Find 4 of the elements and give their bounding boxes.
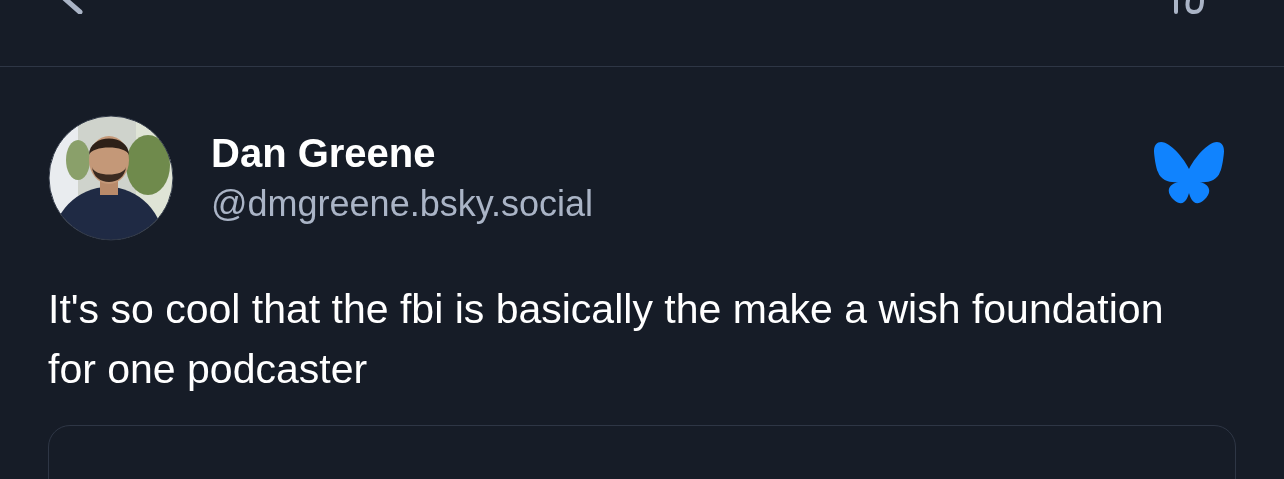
post-text: It's so cool that the fbi is basically the make a wish foundation for one podcaster bbox=[48, 285, 1165, 394]
author-handle[interactable]: @dmgreene.bsky.social bbox=[211, 182, 1154, 226]
butterfly-icon bbox=[1154, 141, 1224, 205]
author-name[interactable]: Dan Greene bbox=[211, 130, 1154, 176]
